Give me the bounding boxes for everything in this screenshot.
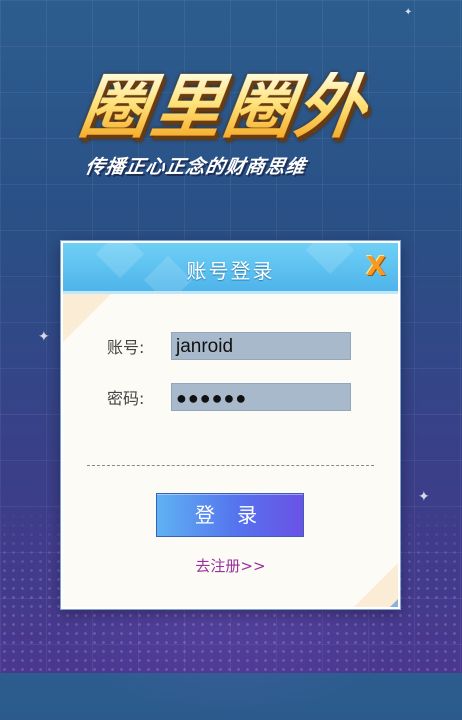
dialog-title: 账号登录 xyxy=(186,259,275,283)
password-field[interactable]: ●●●●●● xyxy=(171,383,351,411)
username-row: 账号: janroid xyxy=(107,331,351,361)
sparkle-icon: ✦ xyxy=(404,7,413,18)
close-icon[interactable]: X xyxy=(362,253,390,281)
login-button[interactable]: 登 录 xyxy=(156,493,304,537)
login-dialog: 账号登录 X 账号: janroid 密码: ●●●●●● 登 录 去注册>> xyxy=(61,241,400,609)
dialog-header: 账号登录 X xyxy=(63,243,398,294)
logo-subtitle: 传播正心正念的财商思维 xyxy=(83,156,308,178)
register-link[interactable]: 去注册>> xyxy=(63,555,398,576)
password-row: 密码: ●●●●●● xyxy=(107,382,351,412)
divider xyxy=(87,465,374,466)
username-field[interactable]: janroid xyxy=(171,332,351,360)
corner-decoration xyxy=(63,294,111,342)
game-logo: 圈里圈外 传播正心正念的财商思维 xyxy=(74,66,380,192)
username-label: 账号: xyxy=(107,338,145,357)
logo-title: 圈里圈外 xyxy=(74,66,374,148)
sparkle-icon: ✦ xyxy=(38,329,50,345)
password-label: 密码: xyxy=(107,389,145,408)
corner-decoration xyxy=(390,599,398,607)
sparkle-icon: ✦ xyxy=(418,489,430,505)
